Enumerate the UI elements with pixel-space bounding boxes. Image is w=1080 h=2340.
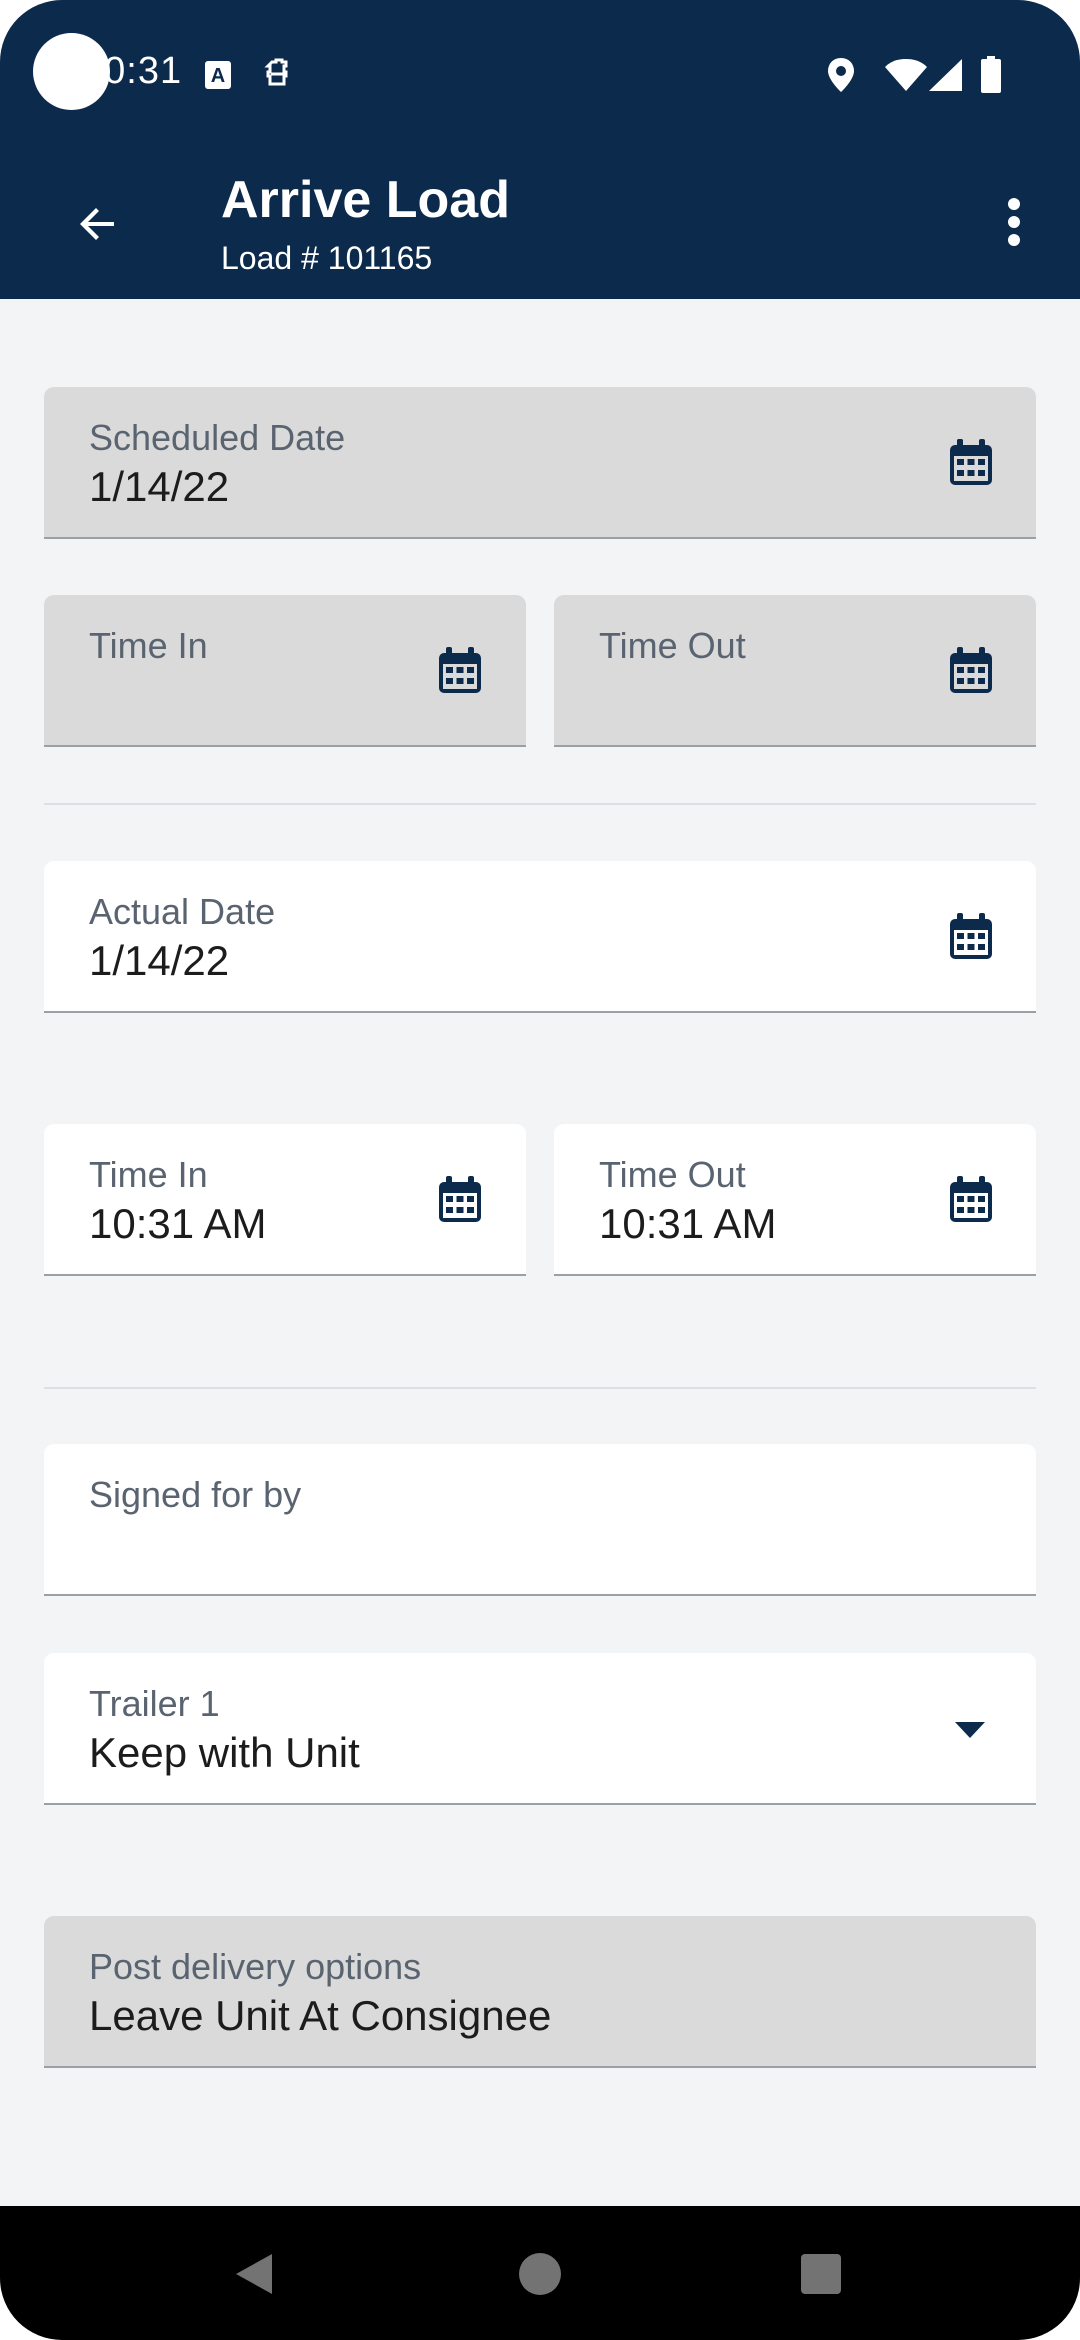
device-screen: 10:31 A Arrive Load Load # 101165 Schedu…	[0, 0, 1080, 2340]
svg-text:A: A	[211, 65, 225, 87]
wifi-icon	[885, 59, 927, 91]
calendar-icon[interactable]	[948, 647, 994, 695]
arrow-back-icon	[80, 208, 114, 240]
chevron-down-icon[interactable]	[954, 1721, 986, 1739]
status-bar: 10:31 A	[0, 0, 1080, 146]
puzzle-icon	[264, 58, 288, 86]
scheduled-time-out-field[interactable]: Time Out	[554, 595, 1036, 747]
actual-date-label: Actual Date	[89, 891, 276, 932]
post-delivery-options-label: Post delivery options	[89, 1946, 422, 1987]
app-bar: Arrive Load Load # 101165	[0, 146, 1080, 299]
actual-time-in-value: 10:31 AM	[89, 1200, 267, 1247]
trailer-1-label: Trailer 1	[89, 1683, 220, 1724]
scheduled-time-out-label: Time Out	[599, 625, 746, 666]
post-delivery-options-value: Leave Unit At Consignee	[89, 1992, 552, 2039]
actual-time-out-value: 10:31 AM	[599, 1200, 777, 1247]
battery-icon	[981, 56, 1001, 93]
calendar-icon[interactable]	[948, 439, 994, 487]
actual-time-in-field[interactable]: Time In 10:31 AM	[44, 1124, 526, 1276]
location-icon	[828, 58, 854, 92]
signed-for-by-label: Signed for by	[89, 1474, 302, 1515]
calendar-icon[interactable]	[437, 647, 483, 695]
signed-for-by-field[interactable]: Signed for by	[44, 1444, 1036, 1596]
section-divider	[44, 1387, 1036, 1389]
actual-date-field[interactable]: Actual Date 1/14/22	[44, 861, 1036, 1013]
actual-time-in-label: Time In	[89, 1154, 208, 1195]
back-button[interactable]	[62, 188, 134, 260]
scheduled-time-in-field[interactable]: Time In	[44, 595, 526, 747]
actual-time-out-field[interactable]: Time Out 10:31 AM	[554, 1124, 1036, 1276]
camera-cutout	[33, 33, 110, 110]
calendar-icon[interactable]	[437, 1176, 483, 1224]
scheduled-date-label: Scheduled Date	[89, 417, 346, 458]
calendar-icon[interactable]	[948, 1176, 994, 1224]
overflow-menu-button[interactable]	[996, 186, 1032, 258]
load-number: Load # 101165	[221, 240, 433, 276]
scheduled-date-value: 1/14/22	[89, 463, 230, 510]
actual-time-out-label: Time Out	[599, 1154, 746, 1195]
trailer-1-value: Keep with Unit	[89, 1729, 360, 1776]
scheduled-time-in-label: Time In	[89, 625, 208, 666]
page-title: Arrive Load	[221, 171, 510, 229]
more-vert-icon	[1008, 198, 1020, 246]
trailer-1-dropdown[interactable]: Trailer 1 Keep with Unit	[44, 1653, 1036, 1805]
nav-back-icon[interactable]	[234, 2252, 274, 2296]
signal-icon	[929, 59, 962, 91]
actual-date-value: 1/14/22	[89, 937, 230, 984]
system-nav-bar	[0, 2206, 1080, 2340]
nav-recents-icon[interactable]	[800, 2253, 842, 2295]
post-delivery-options-field[interactable]: Post delivery options Leave Unit At Cons…	[44, 1916, 1036, 2068]
font-a-icon: A	[205, 61, 231, 89]
scheduled-date-field[interactable]: Scheduled Date 1/14/22	[44, 387, 1036, 539]
section-divider	[44, 803, 1036, 805]
nav-home-icon[interactable]	[518, 2252, 562, 2296]
calendar-icon[interactable]	[948, 913, 994, 961]
